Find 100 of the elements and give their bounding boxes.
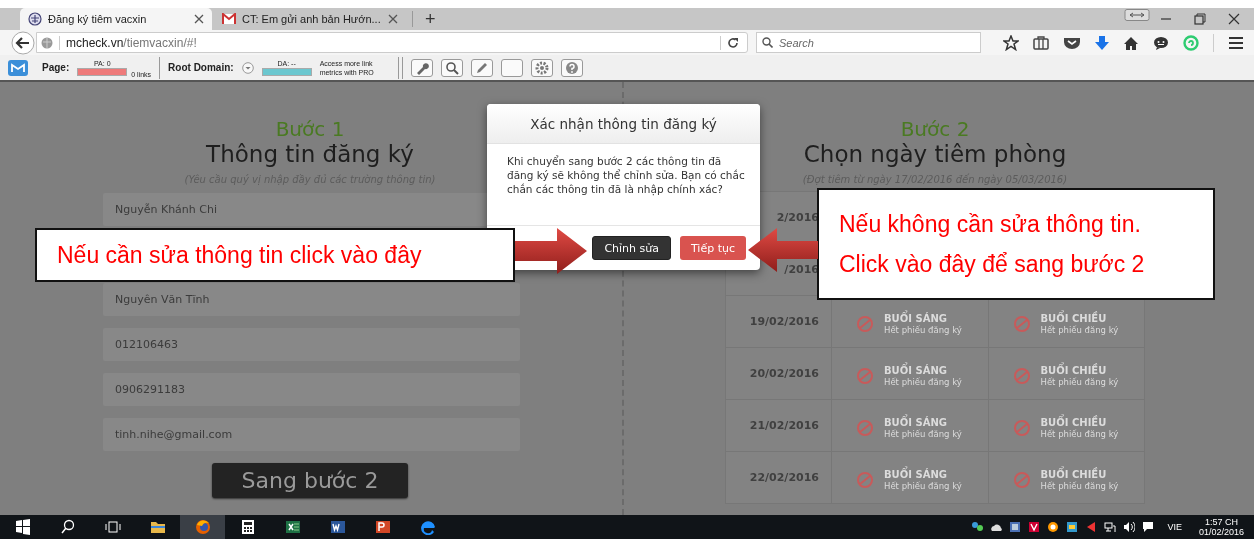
root-domain-label: Root Domain:: [168, 62, 234, 73]
no-entry-icon: [1012, 366, 1031, 385]
session-name: BUỔI SÁNG: [884, 312, 962, 325]
ring-app-icon[interactable]: [1047, 521, 1060, 533]
document-icon[interactable]: [329, 519, 346, 535]
star-icon[interactable]: [1003, 34, 1019, 51]
dropdown-icon[interactable]: [241, 61, 254, 74]
square-app-icon[interactable]: [1009, 521, 1022, 533]
chat-bubble-icon[interactable]: [1153, 35, 1169, 50]
no-entry-icon: [856, 470, 874, 489]
right-arrow: [515, 228, 587, 274]
next-step-button[interactable]: Sang bước 2: [212, 463, 408, 498]
session-status: Hết phiếu đăng ký: [1040, 377, 1119, 387]
edge-browser-icon[interactable]: [419, 519, 436, 535]
presentation-icon[interactable]: [374, 519, 391, 535]
date-cell: 20/02/2016: [725, 347, 832, 400]
session-status: Hết phiếu đăng ký: [884, 377, 962, 387]
session-name: BUỔI SÁNG: [884, 416, 962, 429]
gear-icon: [534, 60, 549, 75]
language-indicator[interactable]: VIE: [1167, 522, 1182, 532]
session-name: BUỔI SÁNG: [884, 364, 962, 377]
session-name: BUỔI CHIỀU: [1040, 312, 1119, 325]
shield-app-icon[interactable]: [1066, 521, 1079, 533]
browser-tab[interactable]: Đăng ký tiêm vacxin: [20, 8, 212, 30]
reload-icon[interactable]: [727, 36, 739, 49]
resize-icon[interactable]: [1124, 9, 1150, 21]
session-status: Hết phiếu đăng ký: [884, 481, 962, 491]
folder-icon[interactable]: [149, 519, 166, 535]
page-label: Page:: [42, 62, 70, 73]
session-name: BUỔI CHIỀU: [1040, 364, 1119, 377]
menu-icon[interactable]: [1228, 35, 1244, 50]
close-icon[interactable]: [1228, 13, 1240, 25]
spreadsheet-icon[interactable]: [284, 519, 301, 535]
moz-logo-icon[interactable]: [8, 59, 28, 76]
download-icon[interactable]: [1095, 34, 1109, 51]
no-entry-icon: [1012, 470, 1031, 489]
date-cell: 22/02/2016: [725, 451, 832, 504]
section-title: Thông tin đăng ký: [206, 140, 414, 168]
search-icon[interactable]: [59, 519, 76, 535]
no-entry-icon: [856, 418, 874, 437]
people-icon[interactable]: [971, 521, 984, 533]
clock-date[interactable]: 01/02/2016: [1198, 527, 1244, 537]
no-entry-icon: [1012, 314, 1031, 333]
gear-button[interactable]: [530, 58, 553, 77]
clock-time[interactable]: 1:57 CH: [1204, 517, 1238, 527]
date-cell: 21/02/2016: [725, 399, 832, 452]
search-field[interactable]: Search: [756, 32, 981, 53]
mail-icon: [222, 13, 236, 25]
globe-icon: [41, 36, 53, 49]
dialog-title: Xác nhận thông tin đăng ký: [487, 104, 760, 144]
network-icon[interactable]: [1104, 521, 1117, 533]
tab-title: Đăng ký tiêm vacxin: [48, 13, 148, 25]
pa-bar: [77, 67, 128, 76]
session-status: Hết phiếu đăng ký: [1040, 429, 1119, 439]
no-entry-icon: [856, 314, 874, 333]
search-icon: [762, 37, 773, 48]
globe-logo-icon: [28, 12, 42, 26]
session-name: BUỔI CHIỀU: [1040, 468, 1119, 481]
search-button[interactable]: [440, 58, 463, 77]
close-icon[interactable]: [388, 14, 398, 24]
close-icon[interactable]: [194, 14, 204, 24]
step-label: Bước 2: [900, 118, 970, 140]
pencil-button[interactable]: [470, 58, 493, 77]
no-entry-icon: [1012, 418, 1031, 437]
blank-button[interactable]: [500, 58, 523, 77]
da-bar: [261, 67, 312, 76]
session-name: BUỔI SÁNG: [884, 468, 962, 481]
message-icon[interactable]: [1142, 521, 1155, 533]
no-entry-icon: [856, 366, 874, 385]
section-title: Chọn ngày tiêm phòng: [803, 140, 1067, 168]
session-status: Hết phiếu đăng ký: [884, 325, 962, 335]
speaker-icon[interactable]: [1123, 521, 1136, 533]
task-view-icon[interactable]: [104, 519, 121, 535]
session-status: Hết phiếu đăng ký: [1040, 481, 1119, 491]
restore-icon[interactable]: [1194, 13, 1206, 25]
edit-button[interactable]: Chỉnh sửa: [592, 236, 671, 260]
calculator-icon[interactable]: [239, 519, 256, 535]
pocket-icon[interactable]: [1063, 35, 1081, 50]
url-text: mcheck.vn/tiemvacxin/#!: [66, 35, 198, 50]
windows-start-icon[interactable]: [14, 519, 31, 535]
search-icon: [444, 60, 459, 75]
clipboard-icon[interactable]: [1033, 35, 1049, 50]
new-tab-button[interactable]: +: [419, 9, 442, 29]
home-icon[interactable]: [1123, 35, 1139, 50]
pencil-icon: [474, 60, 489, 75]
v-app-icon[interactable]: [1028, 521, 1041, 533]
session-status: Hết phiếu đăng ký: [1040, 325, 1119, 335]
continue-button[interactable]: Tiếp tục: [679, 236, 746, 260]
session-name: BUỔI CHIỀU: [1040, 416, 1119, 429]
help-button[interactable]: [560, 58, 583, 77]
session-status: Hết phiếu đăng ký: [884, 429, 962, 439]
address-bar[interactable]: mcheck.vn/tiemvacxin/#!: [36, 32, 748, 53]
tab-title: CT: Em gửi anh bản Hướn...: [242, 13, 382, 25]
firefox-icon[interactable]: [194, 519, 211, 535]
date-cell: 19/02/2016: [725, 295, 832, 348]
left-arrow: [748, 228, 818, 272]
step-label: Bước 1: [275, 118, 345, 140]
callout-text: Nếu không cần sửa thông tin.: [839, 210, 1142, 239]
help-icon: [564, 60, 579, 75]
flag-icon[interactable]: [1085, 521, 1098, 533]
